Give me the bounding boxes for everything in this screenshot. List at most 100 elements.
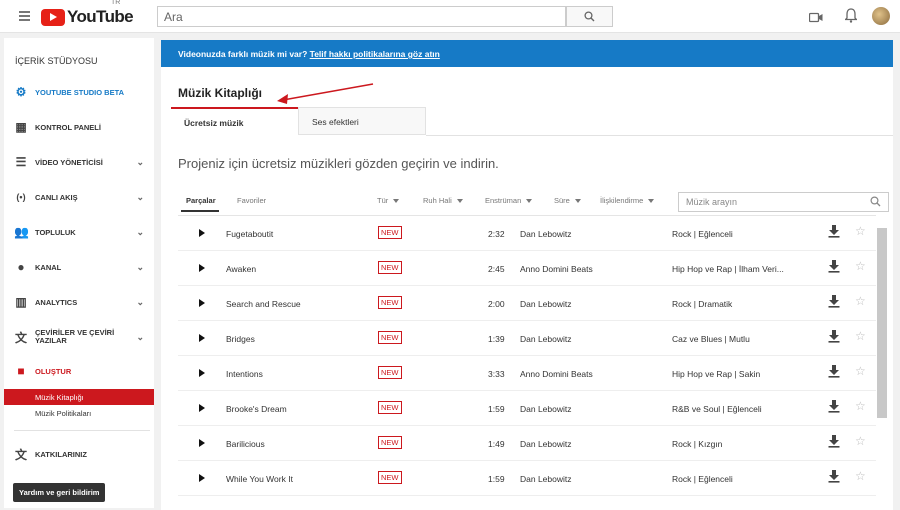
track-artist[interactable]: Anno Domini Beats — [520, 264, 593, 274]
download-icon[interactable] — [828, 260, 840, 275]
attribution-dropdown[interactable]: İlişkilendirme — [600, 196, 654, 205]
star-icon[interactable]: ☆ — [855, 364, 866, 378]
menu-icon[interactable] — [19, 11, 30, 21]
download-icon[interactable] — [828, 470, 840, 485]
notifications-icon[interactable] — [843, 8, 859, 28]
video-manager-icon: ☰ — [15, 155, 27, 169]
download-icon[interactable] — [828, 400, 840, 415]
search-button[interactable] — [566, 6, 613, 27]
table-row[interactable]: Awaken NEW 2:45 Anno Domini Beats Hip Hop ve… — [178, 251, 876, 286]
chevron-down-icon[interactable]: ⌄ — [136, 262, 144, 273]
sidebar-item-channel[interactable]: ● KANAL ⌄ — [4, 256, 154, 278]
sidebar-item-studio-beta[interactable]: ⚙ YOUTUBE STUDIO BETA — [4, 81, 154, 103]
dashboard-icon: ▦ — [15, 120, 27, 134]
sidebar-item-label: TOPLULUK — [35, 227, 76, 237]
play-icon[interactable] — [199, 229, 205, 237]
star-icon[interactable]: ☆ — [855, 399, 866, 413]
filter-bar: Parçalar Favoriler Tür Ruh Hali Enstrüma… — [178, 192, 890, 216]
analytics-icon: ▥ — [15, 295, 27, 309]
sidebar-item-create[interactable]: ■ OLUŞTUR — [4, 360, 154, 382]
new-badge: NEW — [378, 401, 402, 414]
youtube-logo[interactable]: YouTube — [41, 7, 134, 26]
table-row[interactable]: Fugetaboutit NEW 2:32 Dan Lebowitz Rock | Eğ… — [178, 216, 876, 251]
track-artist[interactable]: Dan Lebowitz — [520, 474, 572, 484]
play-icon[interactable] — [199, 439, 205, 447]
track-artist[interactable]: Dan Lebowitz — [520, 439, 572, 449]
track-artist[interactable]: Dan Lebowitz — [520, 334, 572, 344]
track-artist[interactable]: Anno Domini Beats — [520, 369, 593, 379]
download-icon[interactable] — [828, 435, 840, 450]
star-icon[interactable]: ☆ — [855, 469, 866, 483]
play-icon[interactable] — [199, 299, 205, 307]
track-genre[interactable]: Rock | Eğlenceli — [672, 229, 798, 239]
sidebar-item-analytics[interactable]: ▥ ANALYTICS ⌄ — [4, 291, 154, 313]
new-badge: NEW — [378, 436, 402, 449]
track-title: Barilicious — [226, 439, 265, 449]
chevron-down-icon[interactable]: ⌄ — [136, 192, 144, 203]
table-row[interactable]: Intentions NEW 3:33 Anno Domini Beats Hip Ho… — [178, 356, 876, 391]
track-genre[interactable]: Hip Hop ve Rap | Sakin — [672, 369, 798, 379]
table-row[interactable]: Brooke's Dream NEW 1:59 Dan Lebowitz R&B ve … — [178, 391, 876, 426]
tab-free-music[interactable]: Ücretsiz müzik — [171, 107, 299, 135]
track-genre[interactable]: Hip Hop ve Rap | İlham Veri... — [672, 264, 798, 274]
tab-tracks[interactable]: Parçalar — [186, 196, 216, 205]
star-icon[interactable]: ☆ — [855, 294, 866, 308]
track-genre[interactable]: Rock | Kızgın — [672, 439, 798, 449]
sidebar-item-live[interactable]: (•) CANLI AKIŞ ⌄ — [4, 186, 154, 208]
scrollbar[interactable] — [877, 228, 887, 418]
help-feedback-button[interactable]: Yardım ve geri bildirim — [13, 483, 106, 502]
avatar[interactable] — [872, 7, 890, 25]
play-icon[interactable] — [199, 264, 205, 272]
star-icon[interactable]: ☆ — [855, 434, 866, 448]
play-icon[interactable] — [199, 334, 205, 342]
play-icon[interactable] — [199, 369, 205, 377]
tab-favorites[interactable]: Favoriler — [237, 196, 266, 205]
star-icon[interactable]: ☆ — [855, 259, 866, 273]
instrument-dropdown[interactable]: Enstrüman — [485, 196, 532, 205]
track-artist[interactable]: Dan Lebowitz — [520, 404, 572, 414]
download-icon[interactable] — [828, 330, 840, 345]
table-row[interactable]: While You Work It NEW 1:59 Dan Lebowitz Rock… — [178, 461, 876, 496]
copyright-policy-link[interactable]: Telif hakkı politikalarına göz atın — [310, 49, 440, 59]
track-artist[interactable]: Dan Lebowitz — [520, 229, 572, 239]
table-row[interactable]: Search and Rescue NEW 2:00 Dan Lebowitz Rock… — [178, 286, 876, 321]
upload-video-icon[interactable] — [808, 10, 823, 28]
sidebar-item-dashboard[interactable]: ▦ KONTROL PANELİ — [4, 116, 154, 138]
track-title: Intentions — [226, 369, 263, 379]
download-icon[interactable] — [828, 225, 840, 240]
new-badge: NEW — [378, 226, 402, 239]
star-icon[interactable]: ☆ — [855, 224, 866, 238]
star-icon[interactable]: ☆ — [855, 329, 866, 343]
table-row[interactable]: Barilicious NEW 1:49 Dan Lebowitz Rock | Kız… — [178, 426, 876, 461]
track-artist[interactable]: Dan Lebowitz — [520, 299, 572, 309]
sidebar-subitem-music-library[interactable]: Müzik Kitaplığı — [4, 389, 154, 405]
sidebar-item-contributions[interactable]: 文 KATKILARINIZ — [4, 443, 154, 465]
track-genre[interactable]: Caz ve Blues | Mutlu — [672, 334, 798, 344]
download-icon[interactable] — [828, 295, 840, 310]
table-row[interactable]: Bridges NEW 1:39 Dan Lebowitz Caz ve Blues |… — [178, 321, 876, 356]
sidebar-item-community[interactable]: 👥 TOPLULUK ⌄ — [4, 221, 154, 243]
play-icon[interactable] — [199, 474, 205, 482]
search-input[interactable]: Ara — [157, 6, 566, 27]
play-icon[interactable] — [199, 404, 205, 412]
chevron-down-icon[interactable]: ⌄ — [136, 157, 144, 168]
music-search-input[interactable]: Müzik arayın — [678, 192, 889, 212]
sidebar-item-video-manager[interactable]: ☰ VİDEO YÖNETİCİSİ ⌄ — [4, 151, 154, 173]
sidebar-item-label: OLUŞTUR — [35, 366, 72, 376]
sidebar-subitem-music-policies[interactable]: Müzik Politikaları — [4, 405, 154, 421]
track-title: Fugetaboutit — [226, 229, 274, 239]
track-genre[interactable]: R&B ve Soul | Eğlenceli — [672, 404, 798, 414]
track-genre[interactable]: Rock | Dramatik — [672, 299, 798, 309]
search-icon[interactable] — [870, 196, 881, 207]
chevron-down-icon[interactable]: ⌄ — [136, 297, 144, 308]
sidebar-item-translations[interactable]: 文 ÇEVİRİLER VE ÇEVİRİ YAZILAR ⌄ — [4, 326, 154, 348]
track-genre[interactable]: Rock | Eğlenceli — [672, 474, 798, 484]
chevron-down-icon[interactable]: ⌄ — [136, 332, 144, 343]
tab-sound-effects[interactable]: Ses efektleri — [298, 107, 426, 135]
track-title: Bridges — [226, 334, 255, 344]
chevron-down-icon[interactable]: ⌄ — [136, 227, 144, 238]
duration-dropdown[interactable]: Süre — [554, 196, 581, 205]
genre-dropdown[interactable]: Tür — [377, 196, 399, 205]
mood-dropdown[interactable]: Ruh Hali — [423, 196, 463, 205]
download-icon[interactable] — [828, 365, 840, 380]
